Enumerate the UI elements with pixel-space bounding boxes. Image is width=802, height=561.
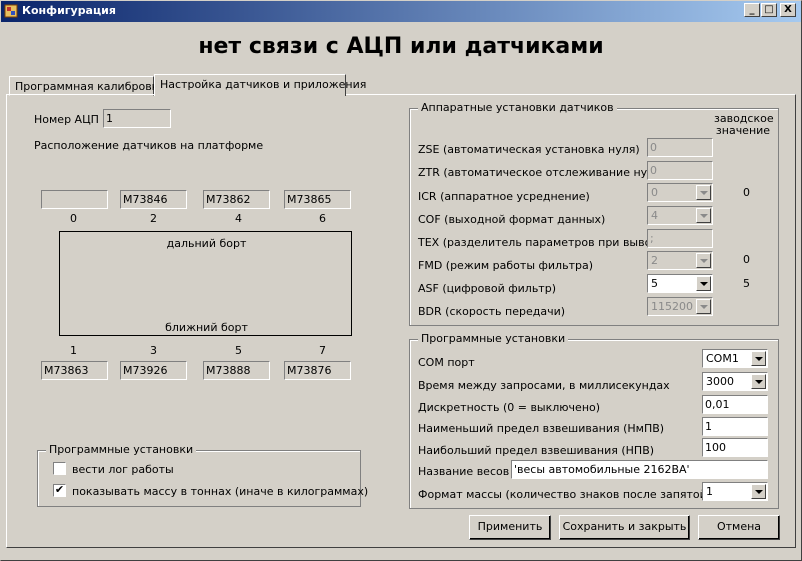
chevron-down-icon — [696, 185, 711, 200]
bdr-label: BDR (скорость передачи) — [418, 305, 566, 318]
icr-factory-value: 0 — [743, 186, 750, 199]
close-button[interactable]: X — [780, 3, 796, 17]
sensor-field-5: M73888 — [203, 361, 270, 380]
window-title: Конфигурация — [22, 4, 116, 17]
sensor-field-4: M73862 — [203, 190, 270, 209]
icr-select: 0 — [647, 183, 713, 202]
zse-field: 0 — [647, 138, 713, 157]
fmd-select-value: 2 — [651, 254, 658, 267]
hardware-settings-title: Аппаратные установки датчиков — [418, 101, 617, 114]
bdr-select-value: 115200 — [651, 300, 693, 313]
mass-format-label: Формат массы (количество знаков после за… — [418, 488, 712, 501]
com-port-value: COM1 — [706, 352, 739, 365]
max-limit-input[interactable]: 100 — [702, 438, 768, 457]
zse-label: ZSE (автоматическая установка нуля) — [418, 143, 640, 156]
save-close-button[interactable]: Сохранить и закрыть — [559, 515, 690, 540]
asf-label: ASF (цифровой фильтр) — [418, 282, 556, 295]
interval-select[interactable]: 3000 — [702, 372, 768, 391]
sensor-field-7: M73876 — [284, 361, 351, 380]
sensor-field-6: M73865 — [284, 190, 351, 209]
mass-format-value: 1 — [706, 485, 713, 498]
sensor-field-2: M73846 — [120, 190, 187, 209]
platform-diagram: дальний борт ближний борт — [59, 231, 352, 336]
sensor-index-4: 4 — [235, 212, 242, 225]
status-heading: нет связи с АЦП или датчиками — [198, 34, 604, 59]
interval-value: 3000 — [706, 375, 734, 388]
scale-name-label: Название весов — [418, 465, 510, 478]
app-icon — [4, 4, 18, 18]
cof-select-value: 4 — [651, 209, 658, 222]
log-checkbox[interactable] — [53, 462, 66, 475]
tab-join — [155, 93, 345, 96]
discrete-input[interactable]: 0,01 — [702, 395, 768, 414]
maximize-button[interactable]: □ — [761, 3, 777, 17]
near-side-label: ближний борт — [165, 321, 248, 334]
min-limit-label: Наименьший предел взвешивания (НмПВ) — [418, 422, 665, 435]
fmd-factory-value: 0 — [743, 253, 750, 266]
cof-label: COF (выходной формат данных) — [418, 213, 606, 226]
tons-checkbox[interactable]: ✔ — [53, 484, 66, 497]
bdr-select: 115200 — [647, 297, 713, 316]
app-settings-title: Программные установки — [46, 443, 197, 456]
sensor-index-5: 5 — [235, 344, 242, 357]
chevron-down-icon[interactable] — [751, 351, 766, 366]
ztr-field: 0 — [647, 161, 713, 180]
chevron-down-icon[interactable] — [696, 276, 711, 291]
chevron-down-icon[interactable] — [751, 374, 766, 389]
chevron-down-icon — [696, 253, 711, 268]
cancel-button[interactable]: Отмена — [698, 515, 780, 540]
chevron-down-icon — [696, 208, 711, 223]
sensor-index-1: 1 — [70, 344, 77, 357]
com-port-label: COM порт — [418, 356, 475, 369]
adc-label: Номер АЦП — [34, 113, 99, 126]
tab-calibration[interactable]: Программная калибровка — [9, 76, 165, 96]
ztr-label: ZTR (автоматическое отслеживание нуля) — [418, 166, 666, 179]
mass-format-select[interactable]: 1 — [702, 482, 768, 501]
chevron-down-icon[interactable] — [751, 484, 766, 499]
cof-select: 4 — [647, 206, 713, 225]
sensor-index-6: 6 — [319, 212, 326, 225]
icr-label: ICR (аппаратное усреднение) — [418, 190, 590, 203]
sensor-layout-label: Расположение датчиков на платформе — [34, 139, 264, 152]
sensor-index-7: 7 — [319, 344, 326, 357]
minimize-button[interactable]: _ — [744, 3, 760, 17]
asf-factory-value: 5 — [743, 277, 750, 290]
asf-select[interactable]: 5 — [647, 274, 713, 293]
max-limit-label: Наибольший предел взвешивания (НПВ) — [418, 444, 655, 457]
fmd-label: FMD (режим работы фильтра) — [418, 259, 593, 272]
fmd-select: 2 — [647, 251, 713, 270]
sensor-field-3: M73926 — [120, 361, 187, 380]
factory-value-header: заводское значение — [714, 112, 774, 137]
log-checkbox-label: вести лог работы — [72, 463, 174, 476]
tex-field: ; — [647, 229, 713, 248]
sensor-index-2: 2 — [150, 212, 157, 225]
sensor-field-0 — [41, 190, 108, 209]
icr-select-value: 0 — [651, 186, 658, 199]
sensor-index-3: 3 — [150, 344, 157, 357]
min-limit-input[interactable]: 1 — [702, 417, 768, 436]
tons-checkbox-label: показывать массу в тоннах (иначе в килог… — [72, 485, 369, 498]
sensor-index-0: 0 — [70, 212, 77, 225]
interval-label: Время между запросами, в миллисекундах — [418, 379, 670, 392]
app-settings-group: Программные установки — [37, 443, 361, 507]
sensor-field-1: M73863 — [41, 361, 108, 380]
asf-select-value: 5 — [651, 277, 658, 290]
chevron-down-icon — [696, 299, 711, 314]
com-port-select[interactable]: COM1 — [702, 349, 768, 368]
discrete-label: Дискретность (0 = выключено) — [418, 401, 601, 414]
title-bar — [0, 0, 802, 22]
apply-button[interactable]: Применить — [469, 515, 551, 540]
tex-label: TEX (разделитель параметров при выводе) — [418, 236, 670, 249]
scale-name-input[interactable]: 'весы автомобильные 2162ВА' — [511, 460, 768, 479]
software-settings-title: Программные установки — [418, 332, 569, 345]
adc-number-field: 1 — [103, 109, 171, 128]
far-side-label: дальний борт — [166, 237, 247, 250]
